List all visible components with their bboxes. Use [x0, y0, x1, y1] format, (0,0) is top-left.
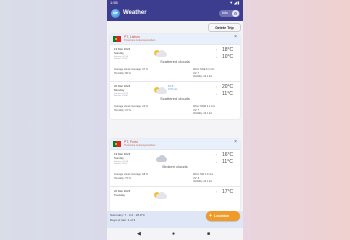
day-weekday: Sunday — [114, 155, 124, 160]
summary-line: Summary: 7 · 3 d · 18.9°C — [110, 213, 145, 217]
location-header: PT, Lisbon Timezone is Europe/Lisbon × — [110, 34, 240, 44]
day-weekday: Tuesday — [114, 192, 125, 197]
day-weekday: Sunday — [114, 50, 124, 55]
app-title: Weather — [123, 10, 147, 16]
weather-condition: Scattered clouds — [160, 96, 190, 101]
info-label: Info — [222, 11, 228, 15]
weather-condition: Broken clouds — [162, 164, 188, 169]
high-arrow-icon: ↑ — [216, 153, 218, 157]
close-icon[interactable]: × — [234, 140, 237, 145]
partly-cloudy-icon — [154, 86, 168, 96]
humidity: Humidity: 75 % — [114, 176, 131, 180]
phone-screen: 1:55 ▼◢▮ APP Weather Info ⚙ Delete Trip … — [107, 0, 243, 240]
day-forecast[interactable]: 19 Mar 2023 Sunday Sunrise: 07:24 Sunset… — [110, 44, 240, 80]
humidity: Humidity: 68 % — [114, 71, 131, 75]
location-timezone: Timezone is Europe/Lisbon — [124, 144, 156, 147]
partly-cloudy-icon — [154, 49, 168, 59]
high-arrow-icon: ↑ — [216, 190, 218, 194]
info-button[interactable]: Info ⚙ — [219, 10, 240, 17]
partly-cloudy-icon — [154, 191, 168, 201]
portugal-flag-icon — [113, 36, 121, 42]
rain-chance: 34 % 0.75 mm — [168, 85, 178, 91]
temp-high: 17°C — [222, 189, 234, 195]
temp-high: 16°C — [222, 152, 234, 158]
day-forecast[interactable]: 20 Mar 2023 Tuesday ↑ 17°C — [110, 186, 240, 211]
back-icon[interactable]: ◀ — [137, 231, 141, 237]
location-card: PT, Lisbon Timezone is Europe/Lisbon × 1… — [110, 34, 240, 119]
high-arrow-icon: ↑ — [216, 85, 218, 89]
day-forecast[interactable]: 20 Mar 2023 Monday Sunrise: 07:22 Sunset… — [110, 81, 240, 117]
delete-trip-button[interactable]: Delete Trip — [208, 23, 241, 32]
portugal-flag-icon — [113, 141, 121, 147]
visibility: Visibility: 24.1 km — [193, 112, 213, 115]
cloudy-icon — [154, 154, 168, 164]
day-forecast[interactable]: 19 Mar 2023 Sunday Sunrise: 07:23 Sunset… — [110, 149, 240, 185]
day-weekday: Monday — [114, 87, 125, 92]
weather-condition: Scattered clouds — [160, 59, 190, 64]
location-header: PT, Porto Timezone is Europe/Lisbon × — [110, 139, 240, 149]
recents-icon[interactable]: ■ — [207, 231, 210, 237]
summary-rain: Days of rain: 1 of 3 — [110, 218, 136, 222]
plus-icon: + — [209, 213, 212, 219]
high-arrow-icon: ↑ — [216, 48, 218, 52]
home-icon[interactable]: ● — [172, 231, 175, 237]
add-location-button[interactable]: + Location — [206, 211, 240, 221]
temp-high: 20°C — [222, 84, 234, 90]
gear-icon: ⚙ — [232, 10, 239, 17]
visibility: Visibility: 24.1 km — [193, 180, 213, 183]
temp-high: 18°C — [222, 47, 234, 53]
app-bar: APP Weather Info ⚙ — [107, 6, 243, 21]
close-icon[interactable]: × — [234, 35, 237, 40]
humidity: Humidity: 72 % — [114, 108, 131, 112]
visibility: Visibility: 24.1 km — [193, 75, 213, 78]
add-location-label: Location — [214, 214, 229, 218]
location-card: PT, Porto Timezone is Europe/Lisbon × 19… — [110, 139, 240, 211]
location-timezone: Timezone is Europe/Lisbon — [124, 39, 156, 42]
system-nav-bar: ◀ ● ■ — [107, 228, 243, 240]
app-logo-icon: APP — [111, 9, 120, 18]
